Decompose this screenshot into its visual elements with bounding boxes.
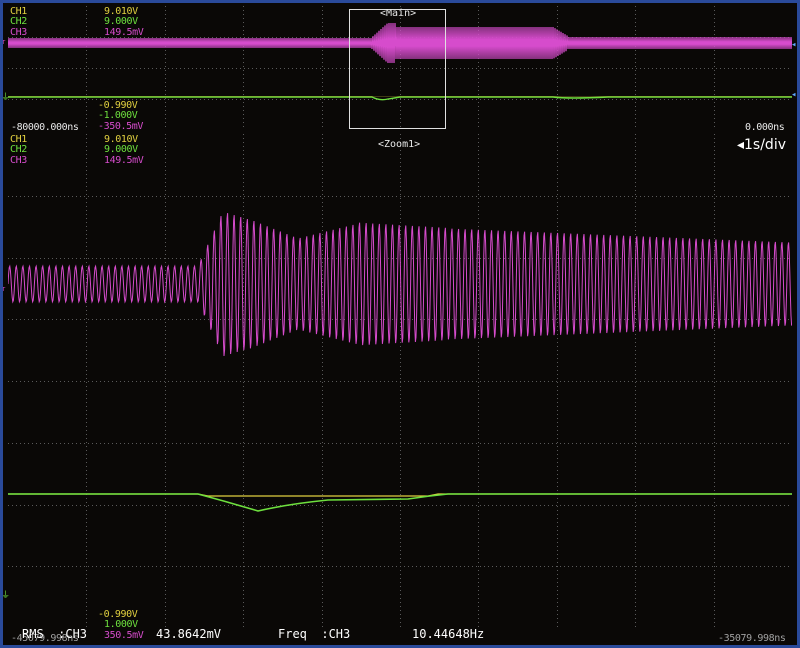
main-time-left: -80000.000ns <box>11 122 79 133</box>
zoom-pane[interactable] <box>8 134 792 628</box>
main-right-marker-2-icon: ◂ <box>791 90 797 100</box>
oscilloscope-screen: <Main> <Zoom1> ◂1s/div CH1 9.010V CH2 9.… <box>0 0 800 648</box>
main-ch2-value: 9.000V <box>104 16 138 27</box>
zoom-ch3-value: 149.5mV <box>104 155 144 166</box>
main-time-right: 0.000ns <box>745 122 785 133</box>
zoom-ch3-name: CH3 <box>10 155 27 166</box>
main-ch2-ground-icon[interactable]: ⏚ <box>1 90 10 103</box>
grid <box>8 134 792 628</box>
main-ch3-level-marker[interactable]: ᵀ <box>1 40 6 50</box>
main-ch2-low: -1.000V <box>98 110 138 121</box>
main-ch3-low: -350.5mV <box>98 121 143 132</box>
zoom-ch2-ground-icon[interactable]: ⏚ <box>1 588 10 601</box>
main-ch3-value: 149.5mV <box>104 27 144 38</box>
freq-label: Freq :CH3 <box>278 627 351 641</box>
zoom-waveform-plot <box>8 134 792 628</box>
zoom-ch2-low: 1.000V <box>104 619 138 630</box>
main-ch3-name: CH3 <box>10 27 27 38</box>
zoom-title: <Zoom1> <box>378 139 421 150</box>
main-title: <Main> <box>380 8 417 19</box>
zoom-window-box[interactable] <box>349 9 446 129</box>
main-right-marker-icon: ◂ <box>791 40 797 50</box>
main-ch2-name: CH2 <box>10 16 27 27</box>
zoom-ch3-level-marker[interactable]: ᵀ <box>1 287 6 297</box>
zoom-ch3-low: 350.5mV <box>104 630 144 641</box>
rms-value: 43.8642mV <box>156 627 222 641</box>
rms-label: RMS :CH3 <box>22 627 88 641</box>
timebase-readout[interactable]: ◂1s/div <box>737 137 786 153</box>
zoom-ch2-name: CH2 <box>10 144 27 155</box>
freq-value: 10.44648Hz <box>412 627 485 641</box>
zoom-ch3-trace <box>8 213 792 357</box>
zoom-time-right: -35079.998ns <box>718 633 786 644</box>
zoom-ch2-value: 9.000V <box>104 144 138 155</box>
